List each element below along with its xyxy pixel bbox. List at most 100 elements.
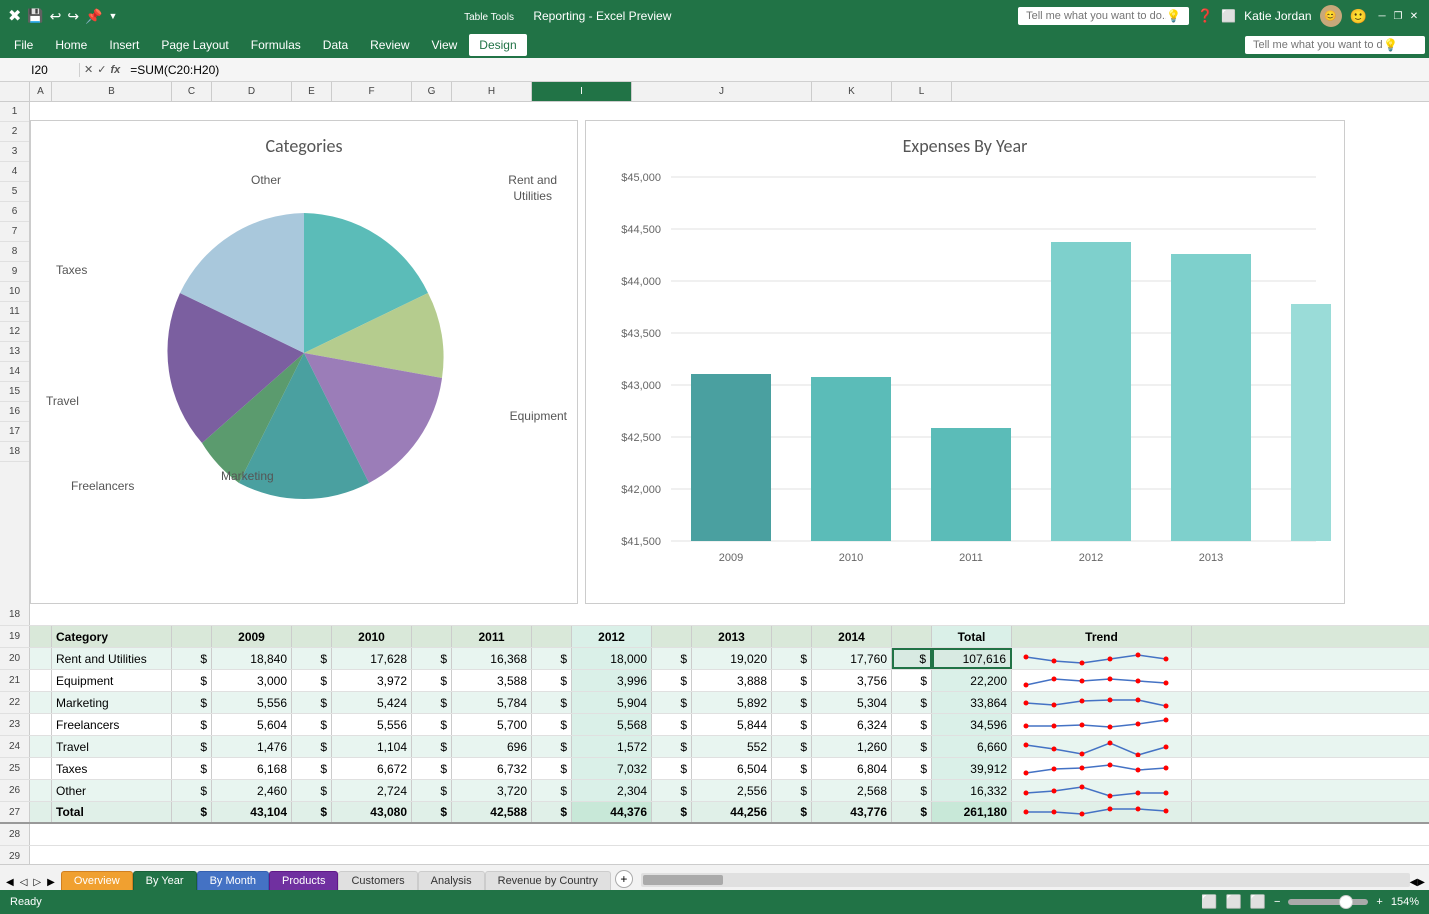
scroll-left-arrow[interactable]: ◀: [1410, 877, 1418, 888]
cell-k19-val[interactable]: 2014: [812, 626, 892, 647]
cell-i23[interactable]: 5,568: [572, 714, 652, 735]
cell-k20[interactable]: 17,760: [812, 648, 892, 669]
tab-view[interactable]: View: [422, 34, 468, 56]
horizontal-scrollbar[interactable]: [641, 873, 1410, 887]
cell-h19[interactable]: 2011: [452, 626, 532, 647]
tab-revenue-by-country[interactable]: Revenue by Country: [485, 871, 611, 890]
misc-icon[interactable]: 📌: [85, 8, 102, 25]
cell-l25-total[interactable]: 39,912: [932, 758, 1012, 779]
tab-by-month[interactable]: By Month: [197, 871, 269, 890]
cell-c22-dollar[interactable]: $: [172, 692, 212, 713]
cell-k23-dollar[interactable]: $: [772, 714, 812, 735]
cell-a26[interactable]: [30, 780, 52, 801]
cell-e20-dollar[interactable]: $: [292, 648, 332, 669]
cell-k22-dollar[interactable]: $: [772, 692, 812, 713]
cell-d22[interactable]: 5,556: [212, 692, 292, 713]
cell-l19-dollar[interactable]: [892, 626, 932, 647]
cell-g27-dollar[interactable]: $: [412, 802, 452, 822]
cell-d25[interactable]: 6,168: [212, 758, 292, 779]
tab-scroll-controls[interactable]: ◀ ◁ ▷ ▶: [4, 875, 57, 890]
cell-i25[interactable]: 7,032: [572, 758, 652, 779]
cell-b24[interactable]: Travel: [52, 736, 172, 757]
cell-g23-dollar[interactable]: $: [412, 714, 452, 735]
cell-l22-dollar[interactable]: $: [892, 692, 932, 713]
pie-chart-container[interactable]: Categories: [30, 120, 578, 604]
cell-h20[interactable]: 16,368: [452, 648, 532, 669]
cell-k26[interactable]: 2,568: [812, 780, 892, 801]
cell-i21[interactable]: 3,996: [572, 670, 652, 691]
cell-f26[interactable]: 2,724: [332, 780, 412, 801]
cell-trend-header[interactable]: Trend: [1012, 626, 1192, 647]
cell-l20-dollar-selected[interactable]: $: [892, 648, 932, 669]
cell-l24-total[interactable]: 6,660: [932, 736, 1012, 757]
cell-i27-dollar[interactable]: $: [532, 802, 572, 822]
cell-c20-dollar[interactable]: $: [172, 648, 212, 669]
col-header-l[interactable]: L: [892, 82, 952, 101]
cell-g19[interactable]: [412, 626, 452, 647]
col-header-h[interactable]: H: [452, 82, 532, 101]
dropdown-icon[interactable]: ▼: [109, 11, 118, 21]
zoom-minus[interactable]: −: [1274, 896, 1280, 908]
cell-d27[interactable]: 43,104: [212, 802, 292, 822]
tab-page-layout[interactable]: Page Layout: [151, 34, 238, 56]
cell-i26-dollar[interactable]: $: [532, 780, 572, 801]
scrollbar-thumb[interactable]: [643, 875, 723, 885]
cell-i25-dollar[interactable]: $: [532, 758, 572, 779]
col-header-i[interactable]: I: [532, 82, 632, 101]
col-header-f[interactable]: F: [332, 82, 412, 101]
cell-b23[interactable]: Freelancers: [52, 714, 172, 735]
cell-i22[interactable]: 5,904: [572, 692, 652, 713]
cell-b22[interactable]: Marketing: [52, 692, 172, 713]
redo-icon[interactable]: ↪: [67, 8, 79, 25]
cell-f25[interactable]: 6,672: [332, 758, 412, 779]
restore-window-icon[interactable]: ⬜: [1221, 9, 1236, 23]
cell-g24-dollar[interactable]: $: [412, 736, 452, 757]
cell-d21[interactable]: 3,000: [212, 670, 292, 691]
cell-k23[interactable]: 6,324: [812, 714, 892, 735]
cell-j21-dollar[interactable]: $: [652, 670, 692, 691]
cell-j27[interactable]: 44,256: [692, 802, 772, 822]
cell-c23-dollar[interactable]: $: [172, 714, 212, 735]
cell-j26[interactable]: 2,556: [692, 780, 772, 801]
tab-formulas[interactable]: Formulas: [241, 34, 311, 56]
tab-insert[interactable]: Insert: [99, 34, 149, 56]
cell-f23[interactable]: 5,556: [332, 714, 412, 735]
cell-a19[interactable]: [30, 626, 52, 647]
cell-a23[interactable]: [30, 714, 52, 735]
cell-j26-dollar[interactable]: $: [652, 780, 692, 801]
cell-l21-total[interactable]: 22,200: [932, 670, 1012, 691]
cell-i24-dollar[interactable]: $: [532, 736, 572, 757]
cell-j24-dollar[interactable]: $: [652, 736, 692, 757]
cell-f21[interactable]: 3,972: [332, 670, 412, 691]
cell-j25[interactable]: 6,504: [692, 758, 772, 779]
tab-home[interactable]: Home: [45, 34, 97, 56]
view-normal-icon[interactable]: ⬜: [1201, 894, 1217, 910]
cell-h23[interactable]: 5,700: [452, 714, 532, 735]
view-layout-icon[interactable]: ⬜: [1226, 894, 1242, 910]
cell-l20-total-selected[interactable]: 107,616: [932, 648, 1012, 669]
cancel-formula-icon[interactable]: ✕: [84, 63, 93, 76]
cell-d20[interactable]: 18,840: [212, 648, 292, 669]
cell-h22[interactable]: 5,784: [452, 692, 532, 713]
cell-l27-dollar[interactable]: $: [892, 802, 932, 822]
zoom-thumb[interactable]: [1339, 895, 1353, 909]
cell-k24-dollar[interactable]: $: [772, 736, 812, 757]
ribbon-search[interactable]: 💡: [1245, 36, 1425, 54]
cell-k26-dollar[interactable]: $: [772, 780, 812, 801]
cell-a20[interactable]: [30, 648, 52, 669]
cell-a24[interactable]: [30, 736, 52, 757]
cell-l21-dollar[interactable]: $: [892, 670, 932, 691]
cell-f22[interactable]: 5,424: [332, 692, 412, 713]
formula-input[interactable]: =SUM(C20:H20): [124, 63, 1429, 77]
tab-scroll-right-end[interactable]: ▶: [45, 875, 57, 890]
cell-j20-dollar[interactable]: $: [652, 648, 692, 669]
col-header-a[interactable]: A: [30, 82, 52, 101]
cell-i26[interactable]: 2,304: [572, 780, 652, 801]
cell-k24[interactable]: 1,260: [812, 736, 892, 757]
cell-l26-dollar[interactable]: $: [892, 780, 932, 801]
view-page-icon[interactable]: ⬜: [1250, 894, 1266, 910]
cell-l25-dollar[interactable]: $: [892, 758, 932, 779]
cell-i20-dollar[interactable]: $: [532, 648, 572, 669]
confirm-formula-icon[interactable]: ✓: [97, 63, 106, 76]
cell-g25-dollar[interactable]: $: [412, 758, 452, 779]
